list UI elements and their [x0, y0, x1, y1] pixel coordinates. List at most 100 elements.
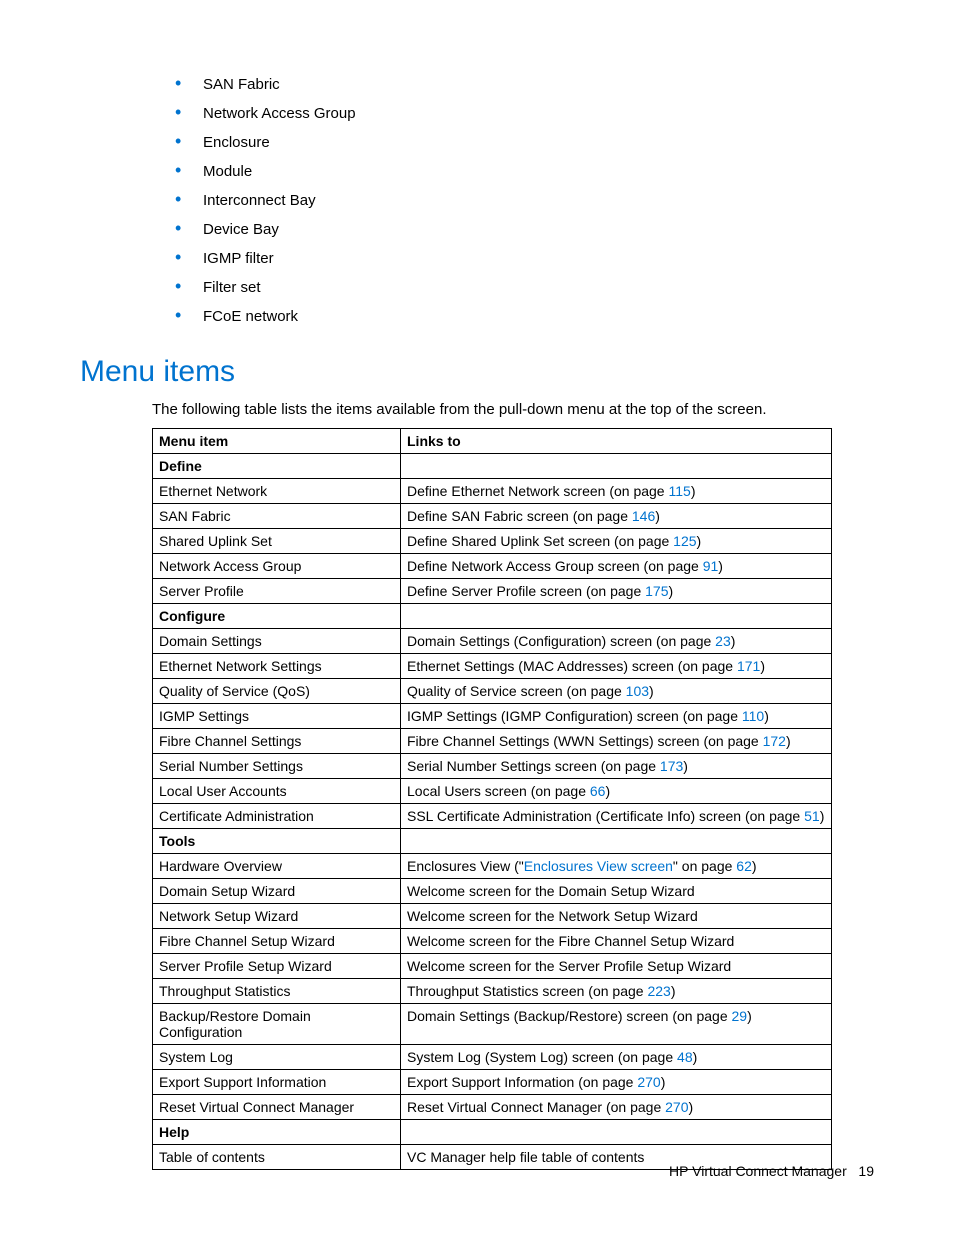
page-link[interactable]: 146 [632, 508, 655, 524]
menu-item-cell: System Log [153, 1045, 401, 1070]
table-row: Local User AccountsLocal Users screen (o… [153, 779, 832, 804]
page-link[interactable]: 48 [677, 1049, 693, 1065]
page-link[interactable]: 175 [645, 583, 668, 599]
table-row: Export Support InformationExport Support… [153, 1070, 832, 1095]
links-to-cell: Quality of Service screen (on page 103) [401, 679, 832, 704]
links-to-cell: System Log (System Log) screen (on page … [401, 1045, 832, 1070]
menu-item-cell: Quality of Service (QoS) [153, 679, 401, 704]
links-to-cell: Reset Virtual Connect Manager (on page 2… [401, 1095, 832, 1120]
table-row: Server Profile Setup WizardWelcome scree… [153, 954, 832, 979]
col-menu-item: Menu item [153, 429, 401, 454]
menu-item-cell: Server Profile Setup Wizard [153, 954, 401, 979]
table-row: Configure [153, 604, 832, 629]
page-link[interactable]: 270 [637, 1074, 660, 1090]
table-row: Server ProfileDefine Server Profile scre… [153, 579, 832, 604]
table-body: DefineEthernet NetworkDefine Ethernet Ne… [153, 454, 832, 1170]
table-row: Domain Setup WizardWelcome screen for th… [153, 879, 832, 904]
menu-item-cell: Ethernet Network [153, 479, 401, 504]
col-links-to: Links to [401, 429, 832, 454]
page-link[interactable]: 115 [668, 483, 690, 499]
links-to-cell: Welcome screen for the Domain Setup Wiza… [401, 879, 832, 904]
table-row: Serial Number SettingsSerial Number Sett… [153, 754, 832, 779]
page-link[interactable]: 125 [673, 533, 696, 549]
table-row: Quality of Service (QoS)Quality of Servi… [153, 679, 832, 704]
table-row: IGMP SettingsIGMP Settings (IGMP Configu… [153, 704, 832, 729]
page-link[interactable]: 103 [626, 683, 649, 699]
table-row: Shared Uplink SetDefine Shared Uplink Se… [153, 529, 832, 554]
table-row: Ethernet Network SettingsEthernet Settin… [153, 654, 832, 679]
menu-item-cell: Network Setup Wizard [153, 904, 401, 929]
menu-item-cell: Fibre Channel Setup Wizard [153, 929, 401, 954]
links-to-cell: Welcome screen for the Network Setup Wiz… [401, 904, 832, 929]
table-row: Domain SettingsDomain Settings (Configur… [153, 629, 832, 654]
links-to-cell: Welcome screen for the Fibre Channel Set… [401, 929, 832, 954]
links-to-cell: SSL Certificate Administration (Certific… [401, 804, 832, 829]
footer-text: HP Virtual Connect Manager [669, 1163, 847, 1179]
menu-item-cell: Serial Number Settings [153, 754, 401, 779]
table-row: Backup/Restore Domain ConfigurationDomai… [153, 1004, 832, 1045]
menu-item-cell: Ethernet Network Settings [153, 654, 401, 679]
table-row: Fibre Channel Setup WizardWelcome screen… [153, 929, 832, 954]
menu-item-cell: Fibre Channel Settings [153, 729, 401, 754]
list-item: SAN Fabric [175, 70, 874, 99]
table-row: Fibre Channel SettingsFibre Channel Sett… [153, 729, 832, 754]
links-to-cell: Define Shared Uplink Set screen (on page… [401, 529, 832, 554]
intro-text: The following table lists the items avai… [152, 401, 874, 418]
table-row: Reset Virtual Connect ManagerReset Virtu… [153, 1095, 832, 1120]
links-to-cell: Define SAN Fabric screen (on page 146) [401, 504, 832, 529]
table-row: Hardware OverviewEnclosures View ("Enclo… [153, 854, 832, 879]
table-row: Throughput StatisticsThroughput Statisti… [153, 979, 832, 1004]
links-to-cell: Throughput Statistics screen (on page 22… [401, 979, 832, 1004]
page-link[interactable]: 270 [665, 1099, 688, 1115]
menu-item-cell: Hardware Overview [153, 854, 401, 879]
page-link[interactable]: 66 [590, 783, 606, 799]
page-link[interactable]: 51 [804, 808, 820, 824]
menu-item-cell: Network Access Group [153, 554, 401, 579]
list-item: Device Bay [175, 215, 874, 244]
section-cell: Configure [153, 604, 401, 629]
links-to-cell: Enclosures View ("Enclosures View screen… [401, 854, 832, 879]
table-header-row: Menu item Links to [153, 429, 832, 454]
links-to-cell: Welcome screen for the Server Profile Se… [401, 954, 832, 979]
empty-cell [401, 1120, 832, 1145]
table-row: System LogSystem Log (System Log) screen… [153, 1045, 832, 1070]
page-link[interactable]: Enclosures View screen [524, 858, 673, 874]
table-row: Network Access GroupDefine Network Acces… [153, 554, 832, 579]
page-link[interactable]: 223 [647, 983, 670, 999]
empty-cell [401, 829, 832, 854]
menu-item-cell: Backup/Restore Domain Configuration [153, 1004, 401, 1045]
page-link[interactable]: 23 [715, 633, 731, 649]
menu-item-cell: Reset Virtual Connect Manager [153, 1095, 401, 1120]
page-link[interactable]: 171 [737, 658, 760, 674]
links-to-cell: Ethernet Settings (MAC Addresses) screen… [401, 654, 832, 679]
section-cell: Tools [153, 829, 401, 854]
page-link[interactable]: 62 [736, 858, 752, 874]
table-row: Ethernet NetworkDefine Ethernet Network … [153, 479, 832, 504]
list-item: FCoE network [175, 302, 874, 331]
menu-item-cell: Table of contents [153, 1145, 401, 1170]
links-to-cell: Domain Settings (Backup/Restore) screen … [401, 1004, 832, 1045]
menu-item-cell: Certificate Administration [153, 804, 401, 829]
page-link[interactable]: 172 [763, 733, 786, 749]
table-row: SAN FabricDefine SAN Fabric screen (on p… [153, 504, 832, 529]
page-link[interactable]: 173 [660, 758, 683, 774]
table-row: Certificate AdministrationSSL Certificat… [153, 804, 832, 829]
links-to-cell: Define Ethernet Network screen (on page … [401, 479, 832, 504]
footer-page-number: 19 [858, 1163, 874, 1179]
links-to-cell: IGMP Settings (IGMP Configuration) scree… [401, 704, 832, 729]
menu-item-cell: Domain Setup Wizard [153, 879, 401, 904]
list-item: Module [175, 157, 874, 186]
page-link[interactable]: 91 [703, 558, 719, 574]
page-link[interactable]: 29 [732, 1008, 748, 1024]
menu-item-cell: IGMP Settings [153, 704, 401, 729]
links-to-cell: Serial Number Settings screen (on page 1… [401, 754, 832, 779]
menu-item-cell: Local User Accounts [153, 779, 401, 804]
menu-item-cell: SAN Fabric [153, 504, 401, 529]
list-item: IGMP filter [175, 244, 874, 273]
menu-item-cell: Domain Settings [153, 629, 401, 654]
empty-cell [401, 454, 832, 479]
links-to-cell: Fibre Channel Settings (WWN Settings) sc… [401, 729, 832, 754]
page: SAN FabricNetwork Access GroupEnclosureM… [0, 0, 954, 1235]
links-to-cell: Export Support Information (on page 270) [401, 1070, 832, 1095]
page-link[interactable]: 110 [742, 708, 764, 724]
